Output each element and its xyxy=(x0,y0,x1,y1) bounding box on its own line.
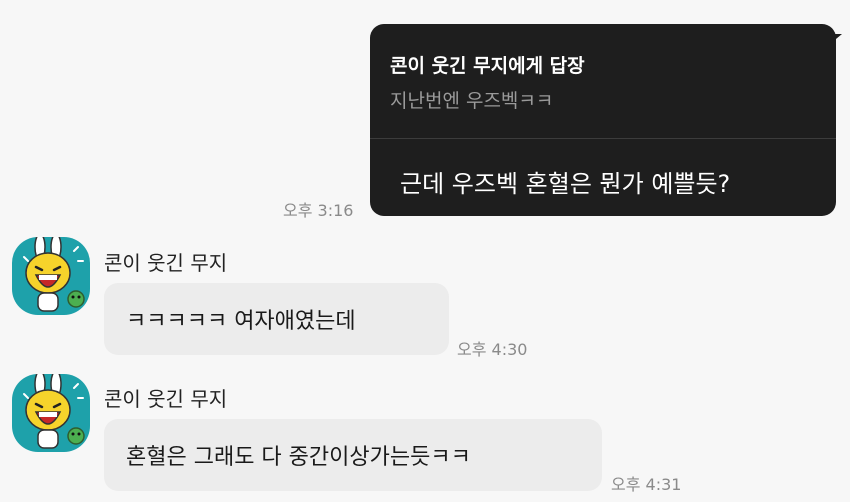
message-text: 혼혈은 그래도 다 중간이상가는듯ㅋㅋ xyxy=(126,445,471,470)
message-timestamp: 오후 3:16 xyxy=(283,201,354,220)
sent-message-bubble[interactable]: 콘이 웃긴 무지에게 답장 지난번엔 우즈벡ㅋㅋ 근데 우즈벡 혼혈은 뭔가 예… xyxy=(370,24,842,216)
message-text: ㅋㅋㅋㅋㅋ 여자애였는데 xyxy=(126,309,356,334)
reply-title: 콘이 웃긴 무지에게 답장 xyxy=(390,55,585,77)
received-message-bubble[interactable]: ㅋㅋㅋㅋㅋ 여자애였는데 xyxy=(104,283,449,355)
reply-quoted-text[interactable]: 지난번엔 우즈벡ㅋㅋ xyxy=(390,86,553,113)
reply-divider xyxy=(370,138,836,139)
muzi-laughing-avatar-icon[interactable] xyxy=(12,374,90,452)
sender-name: 콘이 웃긴 무지 xyxy=(104,387,228,411)
message-timestamp: 오후 4:31 xyxy=(611,475,682,494)
received-message-bubble[interactable]: 혼혈은 그래도 다 중간이상가는듯ㅋㅋ xyxy=(104,419,602,491)
message-timestamp: 오후 4:30 xyxy=(457,340,528,359)
bubble-tail xyxy=(830,34,842,44)
message-text: 근데 우즈벡 혼혈은 뭔가 예쁠듯? xyxy=(400,170,731,198)
sender-name: 콘이 웃긴 무지 xyxy=(104,251,228,275)
muzi-laughing-avatar-icon[interactable] xyxy=(12,237,90,315)
